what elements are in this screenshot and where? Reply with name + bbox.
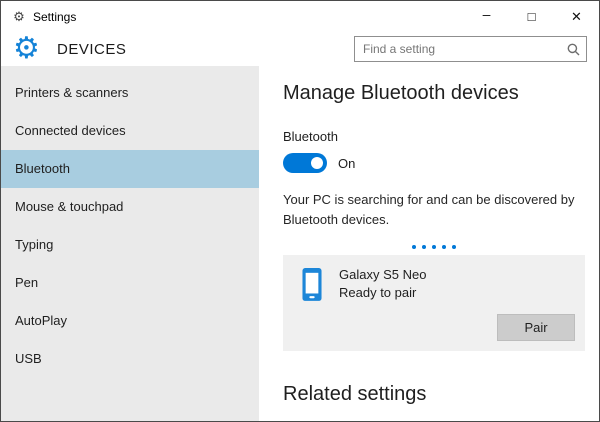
bluetooth-toggle[interactable]: [283, 153, 327, 173]
settings-window: ⚙ Settings – □ ✕ ⚙ DEVICES Printers & sc…: [0, 0, 600, 422]
sidebar-item-connected-devices[interactable]: Connected devices: [1, 112, 259, 150]
title-bar: ⚙ Settings – □ ✕: [1, 1, 599, 32]
search-input[interactable]: [355, 42, 560, 56]
devices-gear-icon: ⚙: [13, 34, 47, 64]
discovery-status-text: Your PC is searching for and can be disc…: [283, 190, 585, 230]
maximize-button[interactable]: □: [509, 1, 554, 32]
bluetooth-toggle-row: On: [283, 153, 585, 173]
close-icon: ✕: [571, 9, 582, 25]
search-icon[interactable]: [560, 37, 586, 61]
page-header: ⚙ DEVICES: [1, 32, 599, 66]
sidebar-item-typing[interactable]: Typing: [1, 226, 259, 264]
related-settings-heading: Related settings: [283, 383, 585, 406]
close-button[interactable]: ✕: [554, 1, 599, 32]
toggle-knob: [311, 157, 323, 169]
minimize-icon: –: [483, 6, 491, 22]
sidebar-item-usb[interactable]: USB: [1, 340, 259, 378]
sidebar-item-bluetooth[interactable]: Bluetooth: [1, 150, 259, 188]
device-list-item[interactable]: Galaxy S5 Neo Ready to pair Pair: [283, 255, 585, 351]
settings-gear-icon: ⚙: [10, 9, 28, 25]
page-title: DEVICES: [57, 41, 126, 58]
phone-icon: [295, 267, 329, 303]
sidebar-item-mouse-touchpad[interactable]: Mouse & touchpad: [1, 188, 259, 226]
window-title: Settings: [33, 10, 76, 24]
sidebar-item-printers-scanners[interactable]: Printers & scanners: [1, 74, 259, 112]
device-info: Galaxy S5 Neo Ready to pair: [295, 267, 573, 303]
searching-progress-dots-icon: [283, 236, 585, 244]
settings-sidebar: Printers & scanners Connected devices Bl…: [1, 66, 259, 421]
manage-bluetooth-heading: Manage Bluetooth devices: [283, 82, 585, 105]
bluetooth-settings-panel: Manage Bluetooth devices Bluetooth On Yo…: [259, 66, 599, 421]
search-box: [354, 36, 587, 62]
minimize-button[interactable]: –: [464, 1, 509, 32]
toggle-state-text: On: [338, 156, 355, 171]
sidebar-item-pen[interactable]: Pen: [1, 264, 259, 302]
maximize-icon: □: [528, 9, 536, 24]
device-text: Galaxy S5 Neo Ready to pair: [339, 267, 426, 300]
pair-button[interactable]: Pair: [497, 314, 575, 341]
bluetooth-toggle-label: Bluetooth: [283, 129, 585, 144]
device-status: Ready to pair: [339, 285, 426, 300]
device-name: Galaxy S5 Neo: [339, 267, 426, 282]
sidebar-item-autoplay[interactable]: AutoPlay: [1, 302, 259, 340]
